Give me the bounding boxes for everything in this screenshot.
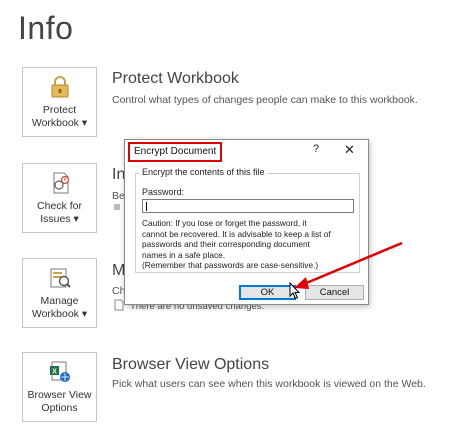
annotation-arrow — [294, 241, 403, 289]
mouse-pointer-icon — [289, 282, 301, 300]
